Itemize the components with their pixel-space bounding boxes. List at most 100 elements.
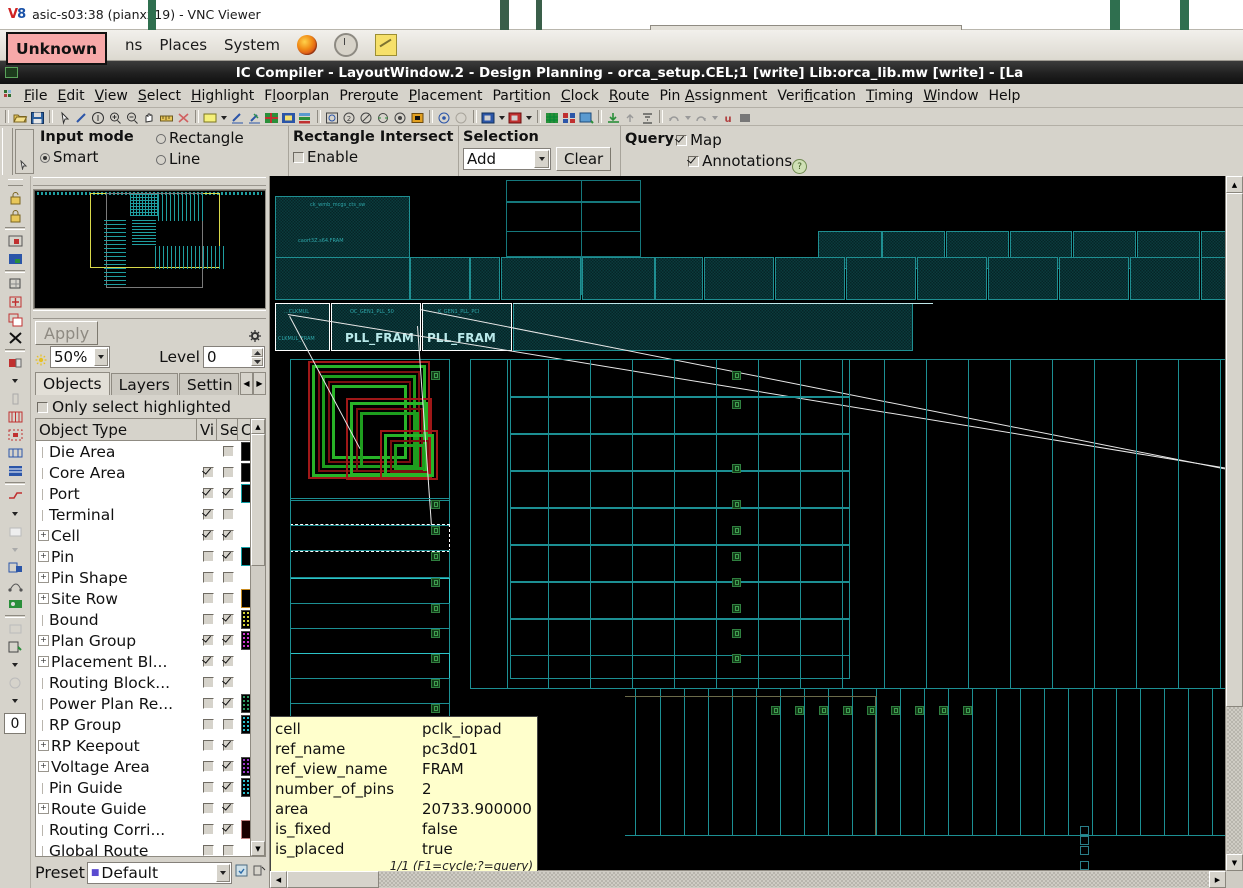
canvas-vscroll-thumb[interactable] <box>1226 193 1243 707</box>
canvas-hscroll-thumb-a[interactable] <box>287 871 379 888</box>
canvas-pad-row-c[interactable] <box>470 257 500 300</box>
unit-icon[interactable]: u <box>721 110 736 125</box>
canvas-row-l2[interactable] <box>290 550 450 578</box>
canvas-pin-8[interactable] <box>431 629 440 638</box>
level-counter[interactable]: 0 <box>4 713 26 734</box>
gnome-menu-system[interactable]: System <box>224 36 280 54</box>
visible-cell-checkbox[interactable] <box>202 488 214 499</box>
table-row[interactable]: + Route Guide <box>36 798 265 819</box>
object-type-cell[interactable]: Power Plan Re... <box>36 695 198 713</box>
selectable-cell-checkbox[interactable] <box>222 719 234 730</box>
selectable-cell[interactable] <box>218 572 238 583</box>
visible-cell-checkbox[interactable] <box>202 824 214 835</box>
visible-cell-checkbox[interactable] <box>202 467 214 478</box>
visible-cell[interactable] <box>198 635 218 646</box>
canvas-pin-14[interactable] <box>732 552 741 561</box>
canvas-outline-c[interactable] <box>506 202 641 232</box>
optimize-icon[interactable] <box>7 675 24 691</box>
object-type-cell[interactable]: Core Area <box>36 464 198 482</box>
canvas-pin-5[interactable] <box>431 552 440 561</box>
object-scroll-up[interactable]: ▲ <box>251 419 265 434</box>
selectable-cell[interactable] <box>218 635 238 646</box>
visible-cell-checkbox[interactable] <box>202 719 214 730</box>
object-type-cell[interactable]: Pin Guide <box>36 779 198 797</box>
canvas-pin-17[interactable] <box>732 629 741 638</box>
only-select-highlighted-checkbox[interactable] <box>37 401 48 413</box>
unlock-icon[interactable] <box>7 190 24 206</box>
expand-icon[interactable]: + <box>38 803 49 814</box>
layers-icon[interactable] <box>298 110 313 124</box>
bound-icon[interactable] <box>7 427 24 443</box>
zoom-2x-icon[interactable]: 2 <box>342 110 357 124</box>
canvas-scroll-down[interactable]: ▼ <box>1226 854 1243 871</box>
menu-grip-icon[interactable] <box>4 89 15 102</box>
canvas-pad-row-j[interactable] <box>917 257 987 300</box>
canvas-pin-16[interactable] <box>732 604 741 613</box>
table-row[interactable]: + Pin Shape <box>36 567 265 588</box>
visible-cell-checkbox[interactable] <box>202 509 214 520</box>
create-macro-icon[interactable] <box>7 355 24 371</box>
selectable-cell-checkbox[interactable] <box>222 614 234 625</box>
power-plan-icon[interactable] <box>7 560 24 576</box>
canvas-pad-row-i[interactable] <box>846 257 916 300</box>
push-up-icon[interactable] <box>623 110 638 124</box>
visible-cell[interactable] <box>198 803 218 814</box>
canvas-pad-row-a[interactable] <box>275 257 410 300</box>
object-type-cell[interactable]: + RP Keepout <box>36 737 198 755</box>
zoom-percent-select[interactable]: 50% <box>50 346 110 368</box>
object-type-cell[interactable]: Terminal <box>36 506 198 524</box>
canvas-pin-1[interactable] <box>732 371 741 380</box>
visible-cell[interactable] <box>198 614 218 625</box>
visible-cell-checkbox[interactable] <box>202 614 214 625</box>
visible-cell[interactable] <box>198 467 218 478</box>
table-row[interactable]: + Placement Bl... <box>36 651 265 672</box>
disabled-tool-icon[interactable] <box>7 621 24 637</box>
canvas-pin-b1[interactable] <box>795 706 804 715</box>
canvas-vstrips-lower[interactable] <box>625 688 1225 871</box>
flatten-icon[interactable] <box>640 110 655 124</box>
table-row[interactable]: + Plan Group <box>36 630 265 651</box>
route-dropdown-icon-v[interactable] <box>10 506 20 522</box>
selectable-cell-checkbox[interactable] <box>222 467 234 478</box>
route-display-icon[interactable] <box>508 110 523 124</box>
unknown-window-popup[interactable]: Unknown <box>6 32 107 65</box>
redo-icon[interactable] <box>694 110 709 124</box>
notes-icon[interactable] <box>374 34 397 56</box>
pan-hand-icon[interactable] <box>142 110 157 124</box>
move-object-icon[interactable] <box>7 276 24 292</box>
visible-cell[interactable] <box>198 761 218 772</box>
visible-cell-checkbox[interactable] <box>202 572 214 583</box>
gear-icon[interactable] <box>249 327 261 342</box>
terminal-icon[interactable] <box>7 445 24 461</box>
visible-cell-checkbox[interactable] <box>202 530 214 541</box>
canvas-horizontal-scrollbar[interactable]: ◀ ▶ <box>270 870 1226 888</box>
visible-cell[interactable] <box>198 698 218 709</box>
legalize-dropdown-icon[interactable] <box>10 657 20 673</box>
expand-icon[interactable]: + <box>38 635 49 646</box>
expand-icon[interactable]: + <box>38 656 49 667</box>
canvas-pin-3[interactable] <box>431 500 440 509</box>
lock-icon[interactable] <box>7 208 24 224</box>
canvas-pad-row-e[interactable] <box>582 257 655 300</box>
open-icon[interactable] <box>13 110 28 124</box>
canvas-row-l7[interactable] <box>290 678 450 704</box>
canvas-pin-b5[interactable] <box>891 706 900 715</box>
menu-pin-assignment[interactable]: Pin Assignment <box>655 87 773 105</box>
empty-tool-icon[interactable] <box>7 524 24 540</box>
object-type-cell[interactable]: + Pin <box>36 548 198 566</box>
route-icon[interactable] <box>7 488 24 504</box>
table-row[interactable]: Core Area <box>36 462 265 483</box>
navigation-map[interactable] <box>33 189 266 309</box>
table-row[interactable]: + Site Row <box>36 588 265 609</box>
menu-timing[interactable]: Timing <box>861 87 918 105</box>
tab-scroll-right[interactable]: ▶ <box>253 372 266 395</box>
canvas-pad-row-n[interactable] <box>1201 257 1226 300</box>
object-type-cell[interactable]: + Cell <box>36 527 198 545</box>
selectable-cell[interactable] <box>218 488 238 499</box>
selectable-cell-checkbox[interactable] <box>222 740 234 751</box>
canvas-pin-15[interactable] <box>732 578 741 587</box>
preset-select[interactable]: ■ Default <box>86 861 232 884</box>
canvas-row-l6[interactable] <box>290 653 450 679</box>
object-table-scrollbar[interactable]: ▲ ▼ <box>250 419 265 856</box>
modebar-grip[interactable] <box>2 128 13 175</box>
